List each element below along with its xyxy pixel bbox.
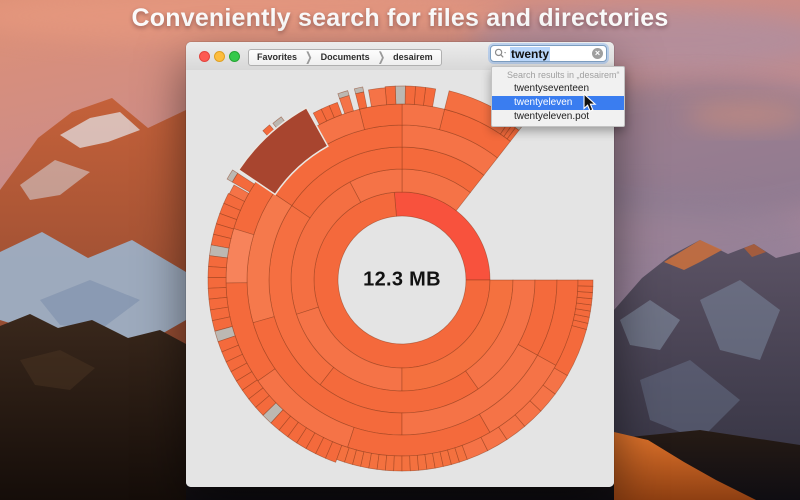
caption-banner: Conveniently search for files and direct… xyxy=(0,4,800,33)
sunburst-segment[interactable] xyxy=(394,456,402,471)
breadcrumb: Favorites ❯ Documents ❯ desairem xyxy=(248,49,442,66)
sunburst-segment[interactable] xyxy=(208,256,227,268)
search-text-selected: twenty xyxy=(510,47,550,61)
minimize-button[interactable] xyxy=(214,51,225,62)
sunburst-segment[interactable] xyxy=(394,192,490,280)
window-content: 12.3 MB xyxy=(186,70,614,487)
breadcrumb-item-favorites[interactable]: Favorites xyxy=(249,50,305,65)
sunburst-segment[interactable] xyxy=(414,86,425,105)
sunburst-segment[interactable] xyxy=(356,92,367,109)
sunburst-segment[interactable] xyxy=(578,280,593,286)
chevron-down-icon xyxy=(504,52,506,54)
mouse-cursor-icon xyxy=(583,93,597,113)
clear-search-icon[interactable]: × xyxy=(592,48,603,59)
sunburst-segment[interactable] xyxy=(405,86,415,104)
sunburst-segment[interactable] xyxy=(339,95,353,113)
sunburst-segment[interactable] xyxy=(368,88,386,107)
close-button[interactable] xyxy=(199,51,210,62)
search-result-item-selected[interactable]: twentyeleven xyxy=(492,96,624,110)
search-results-dropdown: Search results in „desairem“ twentyseven… xyxy=(491,66,625,127)
left-foreground-rocks xyxy=(0,314,186,500)
traffic-lights xyxy=(199,51,240,62)
sunburst-segment[interactable] xyxy=(402,456,410,471)
sunburst-segment[interactable] xyxy=(208,277,226,288)
search-result-item[interactable]: twentyseventeen xyxy=(492,82,624,96)
search-input[interactable]: twenty × xyxy=(490,45,607,62)
zoom-button[interactable] xyxy=(229,51,240,62)
sunburst-segment[interactable] xyxy=(208,267,226,278)
sunburst-segment[interactable] xyxy=(395,86,405,104)
sunburst-segment[interactable] xyxy=(385,455,394,470)
breadcrumb-item-documents[interactable]: Documents xyxy=(313,50,378,65)
breadcrumb-item-desairem[interactable]: desairem xyxy=(385,50,441,65)
chevron-right-icon: ❯ xyxy=(305,47,313,68)
search-icon xyxy=(494,48,508,59)
search-results-header: Search results in „desairem“ xyxy=(492,69,624,82)
search-result-item[interactable]: twentyeleven.pot xyxy=(492,110,624,124)
chevron-right-icon: ❯ xyxy=(378,47,386,68)
total-size-label: 12.3 MB xyxy=(363,269,441,292)
sunburst-segment[interactable] xyxy=(578,286,593,293)
